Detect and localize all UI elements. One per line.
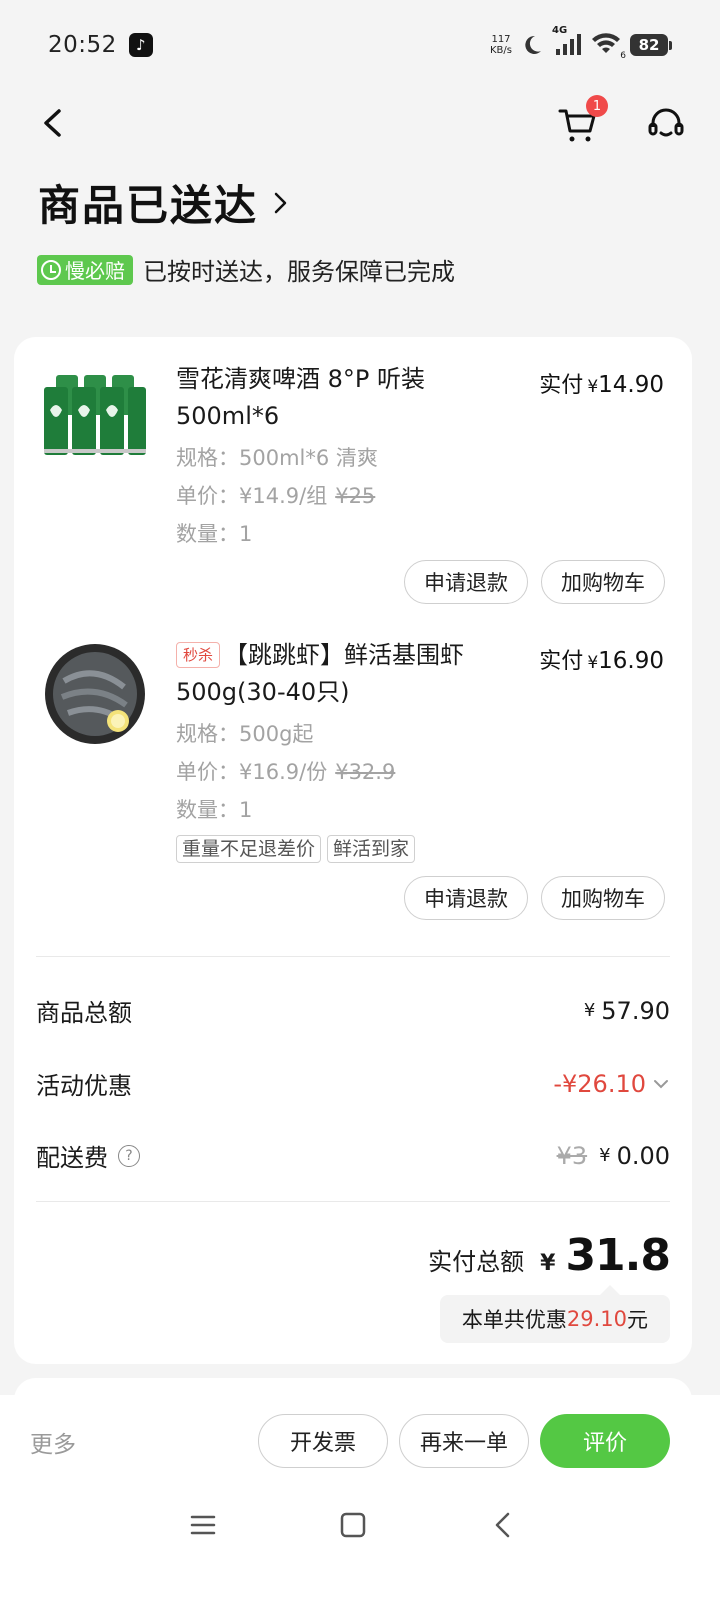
delivery-fee-row: 配送费 ? ¥3 ¥0.00 [36,1138,670,1173]
battery-icon: 82 [630,34,668,56]
product-tag: 重量不足退差价 [176,835,322,863]
product-quantity: 数量：1 [176,522,253,546]
guarantee-badge: 慢必赔 [37,254,133,285]
product-name[interactable]: 秒杀 【跳跳虾】鲜活基围虾500g(30-40只) [176,637,476,711]
guarantee-row: 慢必赔 已按时送达，服务保障已完成 [37,252,455,287]
delivery-fee-amount: 0.00 [616,1141,670,1170]
product-unit-price: 单价：¥16.9/份 ¥32.9 [176,753,395,791]
saving-suffix: 元 [627,1308,648,1332]
help-icon[interactable]: ? [118,1144,140,1167]
network-speed: 117 KB/s [490,34,512,56]
flash-sale-tag: 秒杀 [176,642,221,668]
network-type: 4G [552,25,568,36]
back-triangle-icon[interactable] [488,1510,518,1540]
page-title: 商品已送达 [38,181,259,230]
cart-count-badge: 1 [586,95,608,117]
total-label: 实付总额 [428,1248,525,1276]
clock-icon [41,259,61,280]
refund-button[interactable]: 申请退款 [404,876,528,920]
goods-total-amount: 57.90 [601,996,670,1025]
chevron-right-icon [274,192,287,213]
chevron-down-icon [654,1079,668,1088]
discount-value: -¥26.10 [553,1070,670,1098]
paid-label: 实付 [539,373,584,398]
saving-prefix: 本单共优惠 [461,1308,567,1332]
delivery-fee-currency: ¥ [599,1145,611,1166]
product-name[interactable]: 雪花清爽啤酒 8°P 听装 500ml*6 [176,361,476,435]
product-paid-price: 实付 ¥16.90 [539,643,664,675]
delivery-fee-value: ¥3 ¥0.00 [557,1142,670,1170]
status-time: 20:52 [48,32,117,58]
delivery-fee-label: 配送费 ? [36,1138,140,1173]
network-speed-unit: KB/s [490,45,512,56]
menu-icon[interactable] [188,1510,218,1540]
customer-service-icon[interactable] [644,103,688,147]
goods-total-currency: ¥ [583,1000,596,1021]
paid-label: 实付 [539,649,584,674]
wifi-icon: 6 [590,31,626,61]
product-tags: 重量不足退差价 鲜活到家 [176,835,416,863]
cellular-signal-icon: 4G [552,25,582,57]
product-unit-price: 单价：¥14.9/组 ¥25 [176,477,375,515]
add-to-cart-button[interactable]: 加购物车 [541,560,665,604]
product-quantity: 数量：1 [176,798,253,822]
guarantee-badge-label: 慢必赔 [65,259,125,283]
goods-total-row: 商品总额 ¥57.90 [36,993,670,1028]
status-bar: 20:52 ♪ 117 KB/s 4G 6 82 [0,0,720,90]
original-price: ¥32.9 [335,760,396,784]
reorder-button[interactable]: 再来一单 [399,1414,529,1468]
shrimp-product-image[interactable] [42,641,148,747]
status-icons: 117 KB/s 4G 6 82 [490,25,672,61]
back-arrow-icon[interactable] [34,103,74,143]
paid-currency: ¥ [587,377,599,397]
divider [36,956,670,957]
delivery-fee-label-text: 配送费 [36,1144,108,1172]
top-nav: 1 [0,95,720,151]
order-card: 雪花清爽啤酒 8°P 听装 500ml*6 实付 ¥14.90 规格：500ml*… [14,337,692,1364]
goods-total-value: ¥57.90 [584,997,670,1025]
wifi-level: 6 [620,51,626,61]
battery-tip [669,40,672,50]
original-price: ¥25 [335,484,376,508]
saving-summary: 本单共优惠 29.10 元 [439,1285,670,1343]
order-status-header[interactable]: 商品已送达 [38,172,292,233]
paid-amount: 16.90 [598,648,664,674]
total-row: 实付总额 ¥ 31.8 [428,1230,671,1281]
product-spec: 规格：500g起 [176,722,314,746]
paid-amount: 14.90 [598,372,664,398]
total-value: 31.8 [565,1230,671,1281]
more-link[interactable]: 更多 [30,1425,76,1459]
goods-total-label: 商品总额 [36,999,132,1027]
discount-label: 活动优惠 [36,1072,132,1100]
invoice-button[interactable]: 开发票 [258,1414,388,1468]
refund-button[interactable]: 申请退款 [404,560,528,604]
discount-row[interactable]: 活动优惠 -¥26.10 [36,1066,670,1101]
delivery-fee-original: ¥3 [556,1141,588,1170]
total-currency: ¥ [540,1251,556,1276]
add-to-cart-button[interactable]: 加购物车 [541,876,665,920]
discount-amount: -¥26.10 [553,1069,646,1098]
saving-amount: 29.10 [566,1307,627,1331]
home-square-icon[interactable] [338,1510,368,1540]
beer-product-image[interactable] [42,365,148,471]
divider [36,1201,670,1202]
product-spec: 规格：500ml*6 清爽 [176,446,378,470]
product-paid-price: 实付 ¥14.90 [539,367,664,399]
moon-icon [525,35,541,54]
product-tag: 鲜活到家 [327,835,416,863]
tiktok-notification-icon: ♪ [128,33,153,57]
unit-price: 单价：¥16.9/份 [176,760,328,784]
unit-price: 单价：¥14.9/组 [176,484,328,508]
system-nav-bar [0,1490,720,1570]
review-button[interactable]: 评价 [540,1414,670,1468]
network-speed-value: 117 [491,34,511,45]
guarantee-text: 已按时送达，服务保障已完成 [143,258,455,286]
paid-currency: ¥ [587,653,599,673]
